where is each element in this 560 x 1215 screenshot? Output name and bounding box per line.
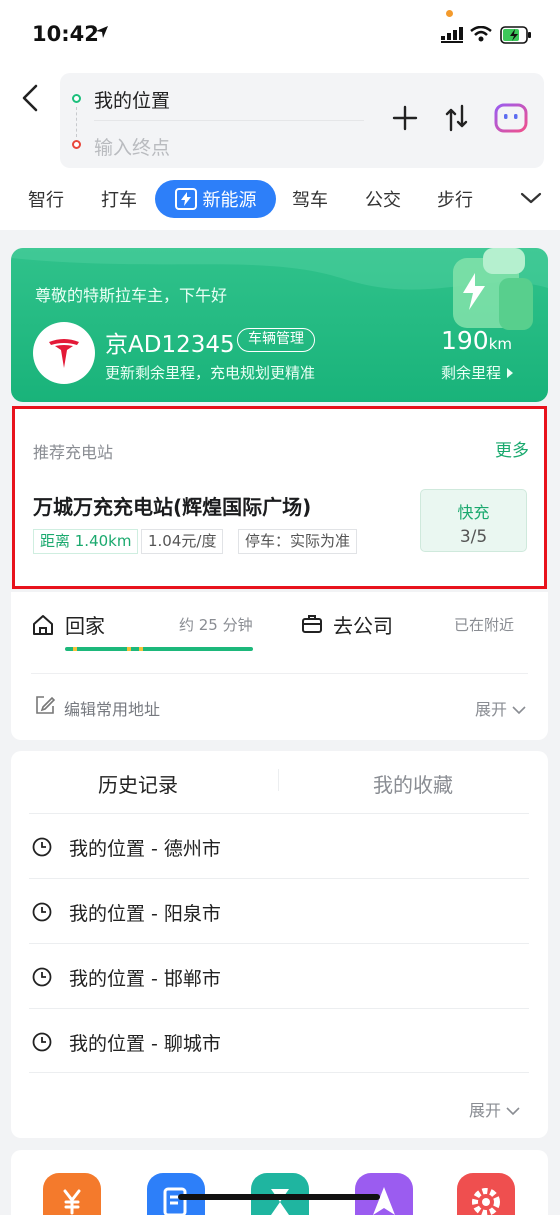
chevron-down-icon <box>512 706 526 715</box>
tab-transit[interactable]: 公交 <box>365 186 401 212</box>
tab-taxi[interactable]: 打车 <box>101 186 137 212</box>
fast-charge-box: 快充 3/5 <box>420 489 527 552</box>
go-home-button[interactable]: 回家 <box>65 610 105 639</box>
expand-history-button[interactable]: 展开 <box>469 1097 520 1121</box>
work-status: 已在附近 <box>454 616 515 634</box>
yuan-icon[interactable] <box>43 1173 101 1215</box>
swap-route-icon[interactable] <box>442 102 472 134</box>
divider <box>31 673 528 674</box>
history-item-label: 我的位置 - 聊城市 <box>69 1033 221 1055</box>
edit-icon <box>36 696 55 714</box>
gear-icon[interactable] <box>457 1173 515 1215</box>
recommended-station-card[interactable]: 推荐充电站 更多 万城万充充电站(辉煌国际广场) 距离 1.40km 1.04元… <box>12 406 547 589</box>
ev-owner-card[interactable]: 尊敬的特斯拉车主，下午好 京AD12345 车辆管理 更新剩余里程，充电规划更精… <box>11 248 548 402</box>
chevron-down-icon[interactable] <box>519 190 543 206</box>
remaining-range-label[interactable]: 剩余里程 <box>441 362 514 383</box>
destination-field[interactable]: 输入终点 <box>94 133 170 160</box>
location-arrow-icon <box>96 26 108 38</box>
route-header: 我的位置 输入终点 智行 打车 新能源 驾车 公交 步行 <box>0 70 560 230</box>
start-field[interactable]: 我的位置 <box>94 86 170 113</box>
tab-new-energy-label: 新能源 <box>202 190 257 211</box>
history-list: 我的位置 - 德州市 我的位置 - 阳泉市 我的位置 - 邯郸市 我的位置 - … <box>29 813 529 1073</box>
edit-addresses-button[interactable]: 编辑常用地址 <box>64 696 160 720</box>
briefcase-icon <box>302 615 322 633</box>
shortcut-bar <box>11 1150 548 1215</box>
wifi-icon <box>470 26 492 42</box>
status-bar: 10:42 <box>0 0 560 70</box>
transport-tabs: 智行 打车 新能源 驾车 公交 步行 <box>0 178 560 222</box>
tab-walk[interactable]: 步行 <box>437 186 473 212</box>
go-work-button[interactable]: 去公司 <box>333 610 393 639</box>
tab-history[interactable]: 历史记录 <box>98 769 178 798</box>
battery-charging-icon <box>453 248 533 330</box>
common-addresses-card: 回家 约 25 分钟 去公司 已在附近 编辑常用地址 展开 <box>11 592 548 740</box>
history-item-label: 我的位置 - 阳泉市 <box>69 903 221 925</box>
section-title: 推荐充电站 <box>33 443 114 462</box>
expand-addresses-button[interactable]: 展开 <box>475 696 526 720</box>
history-item[interactable]: 我的位置 - 聊城市 <box>29 1008 529 1073</box>
clock-icon <box>32 902 52 922</box>
back-button[interactable] <box>16 80 46 116</box>
history-card: 历史记录 我的收藏 我的位置 - 德州市 我的位置 - 阳泉市 我的位置 - 邯… <box>11 751 548 1138</box>
fast-charge-label: 快充 <box>457 503 490 522</box>
parking-chip: 停车：实际为准 <box>238 529 358 554</box>
home-eta: 约 25 分钟 <box>179 616 253 634</box>
fast-charge-availability: 3/5 <box>459 527 488 547</box>
tab-drive[interactable]: 驾车 <box>292 186 328 212</box>
route-connector <box>76 107 77 137</box>
privacy-indicator-dot <box>446 10 453 17</box>
cellular-signal-icon <box>441 27 463 43</box>
history-item-label: 我的位置 - 邯郸市 <box>69 968 221 990</box>
clock-icon <box>32 837 52 857</box>
history-item-label: 我的位置 - 德州市 <box>69 838 221 860</box>
clock-icon <box>32 1032 52 1052</box>
history-item[interactable]: 我的位置 - 德州市 <box>29 813 529 878</box>
tab-new-energy[interactable]: 新能源 <box>155 180 276 218</box>
tab-smart[interactable]: 智行 <box>28 186 64 212</box>
station-name: 万城万充充电站(辉煌国际广场) <box>33 495 312 519</box>
battery-icon <box>500 26 531 44</box>
history-item[interactable]: 我的位置 - 阳泉市 <box>29 878 529 943</box>
history-item[interactable]: 我的位置 - 邯郸市 <box>29 943 529 1008</box>
remaining-range-value: 190km <box>441 326 513 355</box>
more-link[interactable]: 更多 <box>495 436 529 461</box>
price-chip: 1.04元/度 <box>141 529 224 554</box>
tesla-logo <box>33 322 95 384</box>
chevron-down-icon <box>506 1107 520 1116</box>
home-icon <box>33 615 53 635</box>
range-update-hint: 更新剩余里程，充电规划更精准 <box>105 364 316 382</box>
home-indicator[interactable] <box>178 1194 380 1200</box>
vehicle-manage-button[interactable]: 车辆管理 <box>237 328 315 352</box>
end-point-dot <box>72 140 81 149</box>
distance-chip: 距离 1.40km <box>33 529 139 554</box>
chevron-right-icon <box>506 368 513 378</box>
home-traffic-bar <box>65 647 253 651</box>
start-point-dot <box>72 94 81 103</box>
clock-icon <box>32 967 52 987</box>
tab-divider <box>278 769 279 791</box>
assistant-robot-icon[interactable] <box>494 103 528 133</box>
license-plate: 京AD12345 <box>105 332 235 358</box>
greeting-text: 尊敬的特斯拉车主，下午好 <box>35 286 228 305</box>
route-divider <box>94 120 364 121</box>
add-waypoint-icon[interactable] <box>390 103 420 133</box>
status-time: 10:42 <box>32 22 99 46</box>
charging-bolt-icon <box>174 188 197 210</box>
route-input-box: 我的位置 输入终点 <box>60 73 544 168</box>
tab-favorites[interactable]: 我的收藏 <box>373 769 453 798</box>
